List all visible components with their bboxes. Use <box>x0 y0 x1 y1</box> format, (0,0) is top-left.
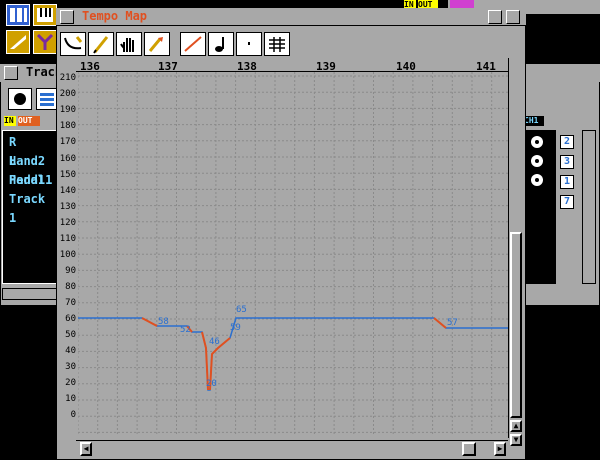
tempo-axis-label: 80 <box>65 282 76 292</box>
tempo-point-label: 58 <box>158 317 169 327</box>
tempo-axis-label: 30 <box>65 362 76 372</box>
tempo-close-gadget[interactable] <box>60 10 74 24</box>
note-tool[interactable] <box>208 32 234 56</box>
track-in-label: IN <box>4 116 16 126</box>
scroll-left-arrow[interactable]: ◀ <box>80 442 92 456</box>
tempo-graph[interactable]: 58 52 46 20 59 65 57 <box>78 72 508 434</box>
tempo-point-label: 65 <box>236 305 247 315</box>
tempo-axis-label: 0 <box>70 410 76 420</box>
line-tool[interactable] <box>180 32 206 56</box>
midi-port-icon <box>528 134 546 148</box>
tracks-hscroll[interactable] <box>2 288 60 300</box>
tempo-axis-label: 20 <box>65 378 76 388</box>
tempo-depth-gadget[interactable] <box>506 10 520 24</box>
tempo-axis-label: 100 <box>59 250 76 260</box>
curve-icon <box>64 36 83 50</box>
scroll-up-arrow[interactable]: ▲ <box>510 420 522 432</box>
tempo-point-label: 52 <box>180 325 191 335</box>
tempo-axis-label: 210 <box>59 73 76 83</box>
grid-view-icon[interactable] <box>6 4 30 26</box>
tempo-axis-label: 70 <box>65 298 76 308</box>
tempo-axis-label: 160 <box>59 154 76 164</box>
brush-tool[interactable] <box>144 32 170 56</box>
tempo-point-label: 20 <box>206 379 217 389</box>
grid-tool[interactable] <box>264 32 290 56</box>
tempo-axis-label: 150 <box>59 170 76 180</box>
track-item[interactable]: Track 1 <box>9 190 59 228</box>
tempo-axis-label: 110 <box>59 234 76 244</box>
line-icon <box>184 36 202 52</box>
channel-button[interactable]: 3 <box>560 155 574 169</box>
tick-icon <box>248 42 250 45</box>
tempo-axis-label: 170 <box>59 137 76 147</box>
tempo-hscroll-thumb[interactable] <box>462 442 476 456</box>
tempo-axis-label: 50 <box>65 330 76 340</box>
tempo-hscroll-track[interactable] <box>76 440 508 458</box>
channel-button[interactable]: 7 <box>560 195 574 209</box>
tempo-axis-label: 10 <box>65 394 76 404</box>
tempo-axis-label: 40 <box>65 346 76 356</box>
channel-label: CH1 <box>524 116 544 126</box>
tempo-point-label: 57 <box>447 318 458 328</box>
pencil-icon <box>93 36 109 54</box>
tempo-axis-label: 90 <box>65 266 76 276</box>
midi-port-icon <box>528 172 546 186</box>
tempo-axis-label: 190 <box>59 105 76 115</box>
track-list-panel: R Hand2 L Hand1 Pedal1 Track 1 <box>2 130 60 284</box>
keyboard-icon[interactable] <box>33 4 57 26</box>
hand-icon <box>120 38 134 52</box>
tempo-axis-label: 60 <box>65 314 76 324</box>
track-record-icon[interactable] <box>8 88 32 110</box>
mixer-icon[interactable] <box>33 30 57 54</box>
midi-port-icon <box>528 153 546 167</box>
track-list-icon[interactable] <box>36 88 58 110</box>
channel-button[interactable]: 2 <box>560 135 574 149</box>
tracks-vscroll[interactable] <box>582 130 596 284</box>
tick-tool[interactable] <box>236 32 262 56</box>
channel-button[interactable]: 1 <box>560 175 574 189</box>
ruler-tool-icon[interactable] <box>6 30 30 54</box>
grid-icon <box>269 37 285 52</box>
scroll-right-arrow[interactable]: ▶ <box>494 442 506 456</box>
tempo-zoom-gadget[interactable] <box>488 10 502 24</box>
brush-icon <box>148 37 163 52</box>
tempo-axis-label: 180 <box>59 121 76 131</box>
tempo-window-title: Tempo Map <box>82 9 148 23</box>
hand-tool[interactable] <box>116 32 142 56</box>
pencil-tool[interactable] <box>88 32 114 56</box>
tempo-axis-label: 120 <box>59 218 76 228</box>
tempo-axis-label: 140 <box>59 186 76 196</box>
scroll-down-arrow[interactable]: ▼ <box>510 434 522 446</box>
tempo-point-label: 59 <box>230 323 241 333</box>
tempo-vscroll-thumb[interactable] <box>510 232 522 418</box>
quarter-note-icon <box>215 37 224 52</box>
freehand-curve-tool[interactable] <box>60 32 86 56</box>
tracks-close-gadget[interactable] <box>4 66 18 80</box>
track-item[interactable]: Pedal1 <box>9 171 52 190</box>
tempo-window-titlebar[interactable]: Tempo Map <box>56 8 526 26</box>
tempo-axis-label: 200 <box>59 89 76 99</box>
track-out-label: OUT <box>18 116 40 126</box>
tempo-point-label: 46 <box>209 337 220 347</box>
tempo-axis-label: 130 <box>59 202 76 212</box>
measure-ruler <box>76 58 508 72</box>
